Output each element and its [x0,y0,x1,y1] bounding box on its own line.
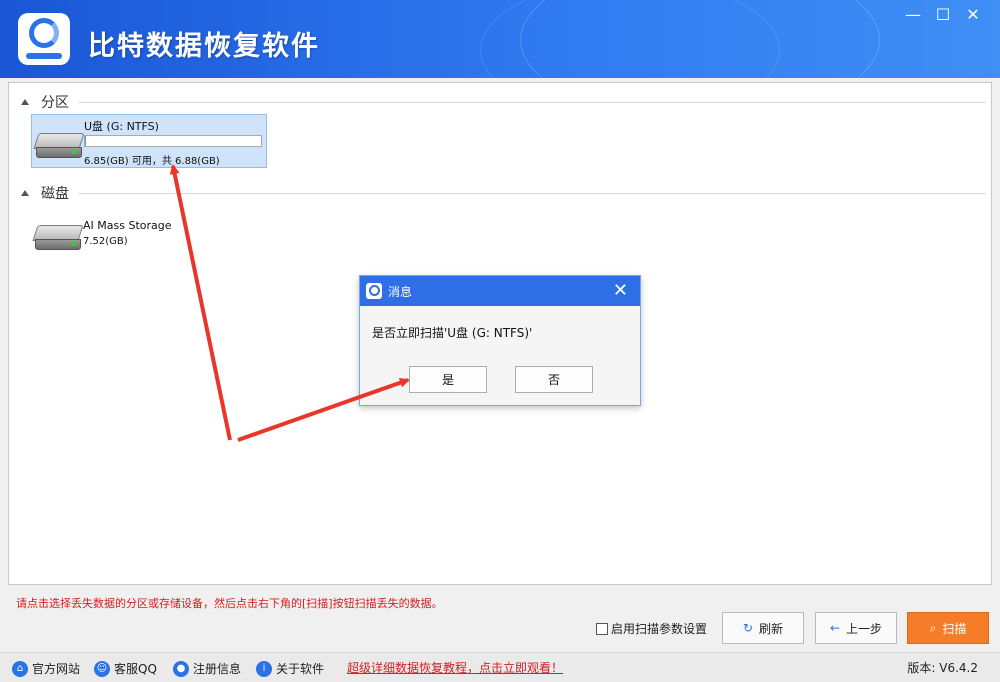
maximize-icon[interactable]: ☐ [930,4,956,26]
partition-item-g[interactable]: U盘 (G: NTFS) 6.85(GB) 可用，共 6.88(GB) [31,114,267,168]
scan-label: 扫描 [942,621,967,636]
refresh-button[interactable]: ↻ 刷新 [722,612,804,644]
checkbox-box[interactable] [596,622,608,635]
collapse-triangle-icon[interactable] [21,190,29,196]
dialog-close-icon[interactable]: ✕ [613,280,628,301]
minimize-icon[interactable]: — [900,4,926,26]
scan-button[interactable]: ⌕ 扫描 [907,612,989,644]
website-link[interactable]: ⌂ 官方网站 [12,660,80,677]
section-divider [79,192,986,194]
drive-icon [32,225,84,251]
message-dialog: 消息 ✕ 是否立即扫描'U盘 (G: NTFS)' 是 否 [359,275,641,406]
refresh-label: 刷新 [759,621,784,636]
register-label: 注册信息 [193,662,242,676]
scan-params-label: 启用扫描参数设置 [611,622,708,636]
home-icon: ⌂ [12,660,28,677]
partition-section-label: 分区 [41,95,69,111]
title-bar: 比特数据恢复软件 — ☐ ✕ [0,0,1000,78]
app-logo-icon [18,13,70,65]
section-divider [79,101,986,103]
scan-params-checkbox[interactable]: 启用扫描参数设置 [596,620,707,637]
info-icon: i [256,660,272,677]
no-button[interactable]: 否 [515,366,593,393]
disk-name: AI Mass Storage [83,219,172,232]
app-title: 比特数据恢复软件 [88,31,320,62]
search-icon: ⌕ [929,620,937,635]
dialog-title: 消息 [388,284,413,299]
window-controls: — ☐ ✕ [900,4,986,26]
back-label: 上一步 [846,621,883,636]
register-link[interactable]: ● 注册信息 [173,660,241,677]
dialog-message: 是否立即扫描'U盘 (G: NTFS)' [372,326,533,340]
yes-button[interactable]: 是 [409,366,487,393]
about-label: 关于软件 [276,662,325,676]
close-icon[interactable]: ✕ [960,4,986,26]
partition-section-header[interactable]: 分区 [21,92,986,112]
title-decoration [480,0,780,78]
collapse-triangle-icon[interactable] [21,99,29,105]
capacity-bar-fill [85,136,86,146]
dialog-title-bar[interactable]: 消息 ✕ [360,276,640,306]
about-link[interactable]: i 关于软件 [256,660,324,677]
disk-size: 7.52(GB) [83,236,128,247]
instruction-hint: 请点击选择丢失数据的分区或存储设备，然后点击右下角的[扫描]按钮扫描丢失的数据。 [16,597,443,610]
partition-name: U盘 (G: NTFS) [84,120,159,133]
qq-link[interactable]: ☺ 客服QQ [94,660,157,677]
disk-section-label: 磁盘 [41,186,69,202]
tutorial-link[interactable]: 超级详细数据恢复教程，点击立即观看！ [347,659,563,676]
disk-item[interactable]: AI Mass Storage 7.52(GB) [31,215,267,259]
qq-label: 客服QQ [114,662,157,676]
version-label: 版本: V6.4.2 [907,661,978,675]
partition-capacity: 6.85(GB) 可用，共 6.88(GB) [84,156,220,167]
back-button[interactable]: ← 上一步 [815,612,897,644]
arrow-left-icon: ← [829,621,841,635]
drive-icon [33,133,85,159]
disk-section-header[interactable]: 磁盘 [21,183,986,203]
capacity-bar [84,135,262,147]
user-icon: ● [173,660,189,677]
app-small-icon [366,283,382,299]
qq-icon: ☺ [94,660,110,677]
refresh-icon: ↻ [742,621,754,635]
website-label: 官方网站 [32,662,81,676]
